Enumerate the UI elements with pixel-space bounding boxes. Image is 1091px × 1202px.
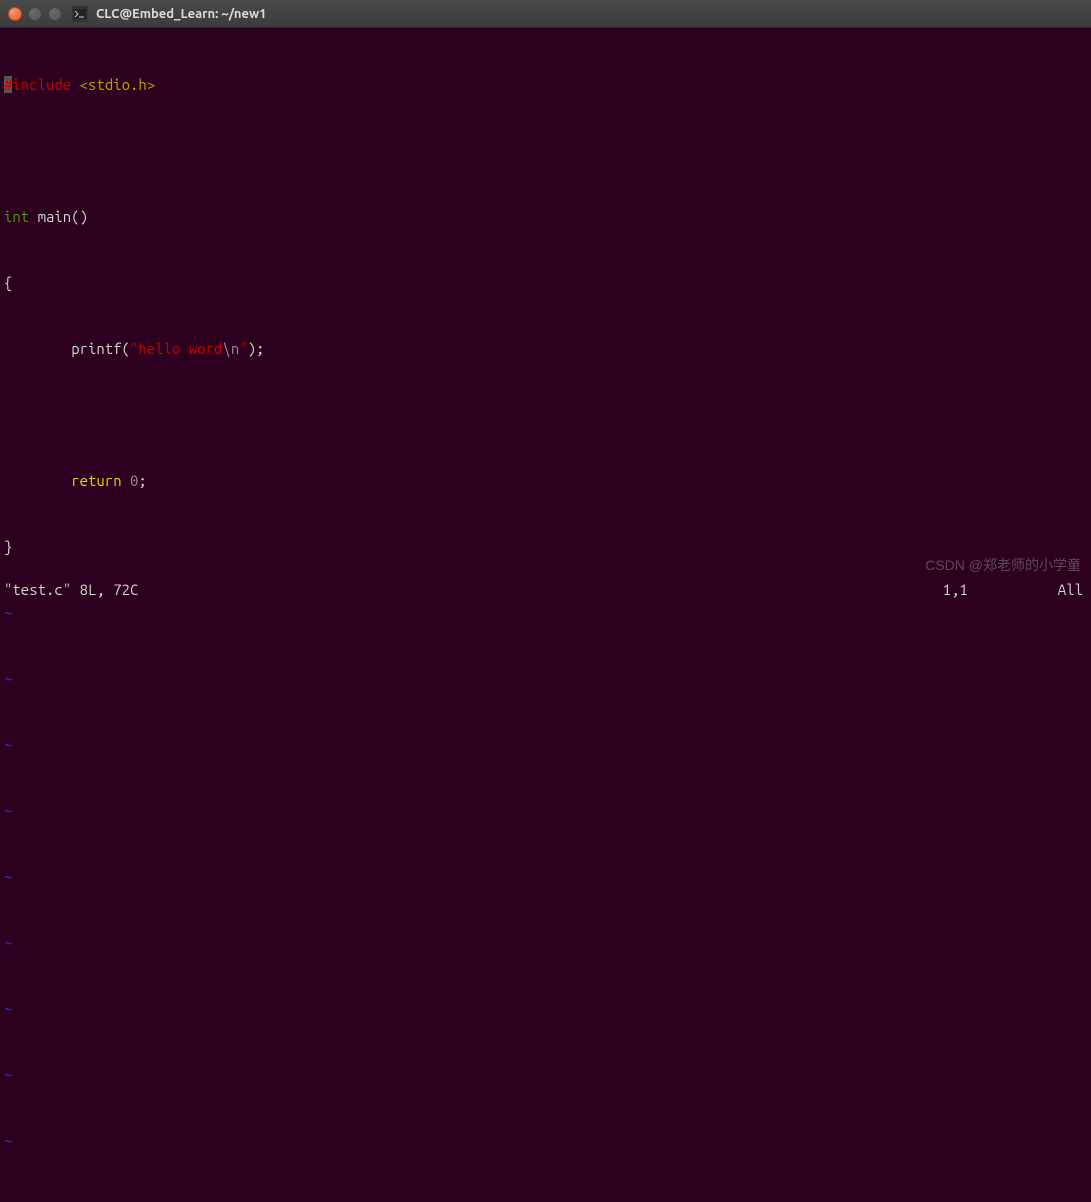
- maximize-icon[interactable]: [48, 7, 62, 21]
- code-line: int main(): [4, 206, 1087, 228]
- function-call: printf: [71, 340, 121, 357]
- string-literal: "hello word: [130, 340, 222, 357]
- code-line: [4, 404, 1087, 426]
- tilde-line: ~: [4, 1064, 1087, 1086]
- statusbar: "test.c" 8L, 72C 1,1 All: [0, 579, 1091, 601]
- tilde-line: ~: [4, 932, 1087, 954]
- tilde-line: ~: [4, 1130, 1087, 1152]
- code-line: {: [4, 272, 1087, 294]
- escape-char: \n: [222, 340, 239, 357]
- tilde-line: ~: [4, 866, 1087, 888]
- terminal-icon: [72, 6, 88, 22]
- status-scroll-position: All: [1058, 579, 1087, 601]
- code-line: [4, 140, 1087, 162]
- parens: (): [71, 208, 88, 225]
- minimize-icon[interactable]: [28, 7, 42, 21]
- return-keyword: return: [71, 472, 121, 489]
- tilde-line: ~: [4, 668, 1087, 690]
- function-name: main: [38, 208, 72, 225]
- tilde-line: ~: [4, 800, 1087, 822]
- preproc-keyword: include: [12, 76, 71, 93]
- status-file-info: "test.c" 8L, 72C: [4, 579, 138, 601]
- type-keyword: int: [4, 208, 29, 225]
- include-file: <stdio.h>: [80, 76, 156, 93]
- tilde-line: ~: [4, 1196, 1087, 1202]
- close-brace: }: [4, 538, 12, 555]
- open-brace: {: [4, 274, 12, 291]
- tilde-line: ~: [4, 602, 1087, 624]
- code-line: printf("hello word\n");: [4, 338, 1087, 360]
- window-title: CLC@Embed_Learn: ~/new1: [96, 7, 266, 21]
- window-controls: [8, 7, 62, 21]
- code-line: }: [4, 536, 1087, 558]
- code-line: #include <stdio.h>: [4, 74, 1087, 96]
- titlebar: CLC@Embed_Learn: ~/new1: [0, 0, 1091, 28]
- status-cursor-position: 1,1: [943, 579, 1058, 601]
- close-icon[interactable]: [8, 7, 22, 21]
- code-line: return 0;: [4, 470, 1087, 492]
- tilde-line: ~: [4, 734, 1087, 756]
- editor-area[interactable]: #include <stdio.h> int main() { printf("…: [0, 28, 1091, 579]
- tilde-line: ~: [4, 998, 1087, 1020]
